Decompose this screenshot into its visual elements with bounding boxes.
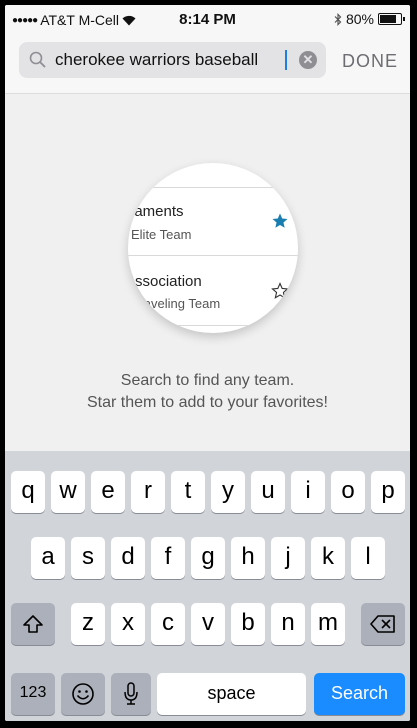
- shift-key[interactable]: [11, 603, 55, 645]
- keyboard: q w e r t y u i o p a s d f g h j k l z …: [5, 451, 410, 721]
- key-d[interactable]: d: [111, 537, 145, 579]
- key-o[interactable]: o: [331, 471, 365, 513]
- microphone-icon: [124, 682, 138, 705]
- numbers-key[interactable]: 123: [11, 673, 55, 715]
- key-m[interactable]: m: [311, 603, 345, 645]
- battery-icon: [378, 13, 405, 25]
- dictation-key[interactable]: [111, 673, 151, 715]
- phone-screen: ●●●●● AT&T M-Cell 8:14 PM 80% ✕: [5, 5, 410, 721]
- key-b[interactable]: b: [231, 603, 265, 645]
- battery-percent: 80%: [345, 11, 374, 27]
- empty-state-message: Search to find any team. Star them to ad…: [5, 370, 410, 414]
- backspace-icon: [370, 615, 395, 633]
- done-button[interactable]: DONE: [342, 51, 398, 72]
- illustration-row2-subtitle: Traveling Team: [132, 296, 221, 311]
- illustration-row1-title: iaments: [131, 203, 184, 220]
- key-y[interactable]: y: [211, 471, 245, 513]
- key-r[interactable]: r: [131, 471, 165, 513]
- key-p[interactable]: p: [371, 471, 405, 513]
- key-w[interactable]: w: [51, 471, 85, 513]
- status-right: 80%: [334, 11, 405, 27]
- battery-fill: [380, 15, 396, 23]
- search-bar[interactable]: ✕: [19, 42, 326, 78]
- empty-state-line2: Star them to add to your favorites!: [86, 394, 328, 411]
- key-k[interactable]: k: [311, 537, 345, 579]
- key-u[interactable]: u: [251, 471, 285, 513]
- search-header: ✕ DONE: [5, 35, 410, 94]
- key-f[interactable]: f: [151, 537, 185, 579]
- empty-state-line1: Search to find any team.: [120, 372, 295, 389]
- key-t[interactable]: t: [171, 471, 205, 513]
- key-e[interactable]: e: [91, 471, 125, 513]
- clear-search-icon[interactable]: ✕: [299, 51, 317, 69]
- key-n[interactable]: n: [271, 603, 305, 645]
- text-cursor: [285, 50, 287, 70]
- illustration-divider: [128, 187, 298, 188]
- key-a[interactable]: a: [31, 537, 65, 579]
- key-i[interactable]: i: [291, 471, 325, 513]
- illustration-divider: [128, 325, 298, 326]
- illustration-divider: [128, 255, 298, 256]
- key-v[interactable]: v: [191, 603, 225, 645]
- favorites-illustration: iaments Elite Team Association Traveling…: [128, 163, 298, 333]
- key-h[interactable]: h: [231, 537, 265, 579]
- key-g[interactable]: g: [191, 537, 225, 579]
- key-l[interactable]: l: [351, 537, 385, 579]
- space-key[interactable]: space: [157, 673, 306, 715]
- search-key[interactable]: Search: [314, 673, 405, 715]
- star-outline-icon: [271, 282, 289, 299]
- shift-icon: [23, 615, 43, 633]
- star-filled-icon: [272, 213, 288, 228]
- search-icon: [29, 51, 46, 68]
- key-c[interactable]: c: [151, 603, 185, 645]
- key-s[interactable]: s: [71, 537, 105, 579]
- emoji-icon: [72, 683, 94, 705]
- delete-key[interactable]: [361, 603, 405, 645]
- emoji-key[interactable]: [61, 673, 105, 715]
- bluetooth-icon: [334, 12, 342, 26]
- key-j[interactable]: j: [271, 537, 305, 579]
- illustration-row1-subtitle: Elite Team: [131, 227, 192, 242]
- key-q[interactable]: q: [11, 471, 45, 513]
- key-z[interactable]: z: [71, 603, 105, 645]
- key-x[interactable]: x: [111, 603, 145, 645]
- status-bar: ●●●●● AT&T M-Cell 8:14 PM 80%: [5, 5, 410, 35]
- search-input[interactable]: [55, 42, 275, 78]
- illustration-row2-title: Association: [128, 273, 202, 290]
